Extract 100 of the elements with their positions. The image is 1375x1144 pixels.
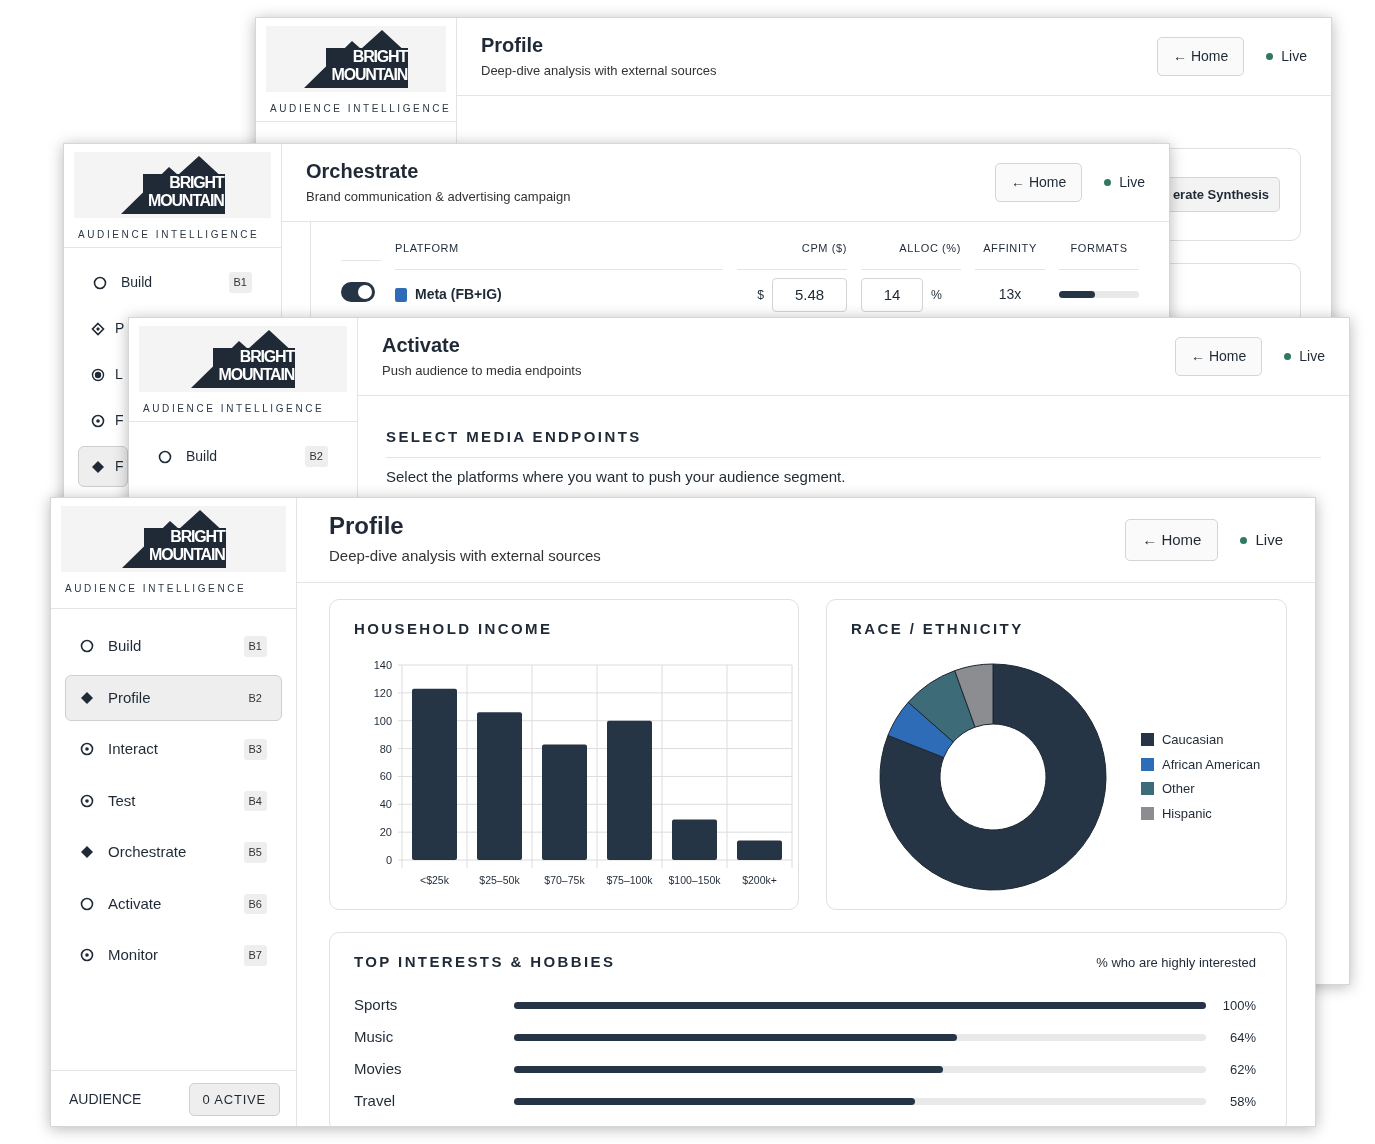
column-header: PLATFORM bbox=[395, 240, 723, 270]
target-icon bbox=[80, 793, 94, 808]
column-header: AFFINITY bbox=[975, 240, 1045, 270]
page-title: Orchestrate bbox=[306, 158, 420, 183]
column-header: ALLOC (%) bbox=[861, 240, 961, 270]
page-title: Profile bbox=[481, 32, 545, 57]
target-icon bbox=[80, 742, 94, 757]
nav-item[interactable]: Profile B2 bbox=[65, 674, 282, 721]
y-tick-label: 20 bbox=[379, 825, 392, 838]
interest-percent: 100% bbox=[1221, 996, 1256, 1015]
page-subtitle: Deep-dive analysis with external sources bbox=[481, 61, 717, 80]
nav-item[interactable]: F bbox=[78, 400, 128, 441]
status-dot-icon bbox=[1104, 179, 1112, 186]
status-dot-icon bbox=[1284, 353, 1292, 360]
diamond-icon bbox=[80, 690, 94, 705]
nav-item[interactable]: Activate B6 bbox=[65, 880, 282, 927]
affinity-value: 13x bbox=[997, 285, 1023, 305]
legend-label: Hispanic bbox=[1162, 804, 1212, 823]
home-button[interactable]: ← Home bbox=[995, 163, 1083, 202]
column-header: CPM ($) bbox=[737, 240, 847, 270]
diamond-icon bbox=[91, 321, 105, 336]
step-badge: B1 bbox=[228, 272, 252, 293]
home-button[interactable]: ← Home bbox=[1125, 518, 1219, 562]
y-tick-label: 140 bbox=[373, 658, 392, 671]
step-badge: B7 bbox=[243, 945, 267, 966]
radio-icon bbox=[91, 367, 105, 382]
interest-label: Sports bbox=[354, 995, 399, 1016]
status-text: Live bbox=[1255, 529, 1283, 550]
x-tick-label: $70–75k bbox=[544, 873, 585, 886]
status-text: Live bbox=[1299, 347, 1325, 366]
legend-label: Other bbox=[1162, 780, 1195, 798]
nav-item[interactable]: P bbox=[78, 308, 128, 349]
page-subtitle: Brand communication & advertising campaign bbox=[306, 187, 571, 206]
legend-label: African American bbox=[1162, 755, 1261, 774]
x-tick-label: <$25k bbox=[420, 873, 449, 886]
page-subtitle: Push audience to media endpoints bbox=[382, 361, 582, 380]
circle-icon bbox=[80, 896, 94, 911]
card-title: RACE / ETHNICITY bbox=[851, 619, 1025, 639]
x-tick-label: $200k+ bbox=[742, 873, 777, 886]
step-badge: B5 bbox=[243, 842, 267, 863]
platform-name: Meta (FB+IG) bbox=[415, 285, 502, 305]
platform-icon bbox=[395, 287, 407, 302]
card-title: HOUSEHOLD INCOME bbox=[354, 619, 554, 639]
step-badge: B6 bbox=[243, 893, 267, 914]
status-text: Live bbox=[1281, 47, 1307, 66]
target-icon bbox=[80, 948, 94, 963]
interest-label: Movies bbox=[354, 1059, 403, 1080]
y-tick-label: 80 bbox=[379, 742, 392, 755]
x-tick-label: $100–150k bbox=[668, 873, 721, 886]
status-text: Live bbox=[1119, 173, 1145, 192]
circle-icon bbox=[80, 639, 94, 654]
nav-item[interactable]: L bbox=[78, 354, 128, 395]
cpm-field[interactable]: 5.48 bbox=[772, 277, 847, 312]
page-subtitle: Deep-dive analysis with external sources bbox=[329, 546, 601, 567]
interest-percent: 58% bbox=[1228, 1092, 1256, 1111]
status-dot-icon bbox=[1240, 536, 1248, 544]
nav-item[interactable]: Build B2 bbox=[143, 436, 343, 477]
y-tick-label: 100 bbox=[373, 714, 392, 727]
y-tick-label: 120 bbox=[373, 686, 392, 699]
column-header: FORMATS bbox=[1059, 240, 1139, 270]
step-badge: B2 bbox=[304, 446, 328, 467]
interest-label: Music bbox=[354, 1027, 395, 1048]
active-count-button[interactable]: 0 ACTIVE bbox=[188, 1082, 280, 1116]
home-button[interactable]: ← Home bbox=[1175, 337, 1263, 376]
nav-item[interactable]: Monitor B7 bbox=[65, 932, 282, 979]
y-tick-label: 40 bbox=[379, 797, 392, 810]
nav-item[interactable]: Orchestrate B5 bbox=[65, 829, 282, 876]
diamond-icon bbox=[80, 845, 94, 860]
y-tick-label: 60 bbox=[379, 769, 392, 782]
legend-label: Caucasian bbox=[1162, 731, 1224, 749]
nav-item[interactable]: F bbox=[78, 446, 128, 487]
synthesis-button[interactable]: erate Synthesis bbox=[1169, 176, 1280, 213]
nav-item[interactable]: Test B4 bbox=[65, 777, 282, 824]
logo-tagline: AUDIENCE INTELLIGENCE bbox=[64, 582, 248, 596]
toggle-switch[interactable] bbox=[341, 282, 375, 303]
target-icon bbox=[91, 413, 105, 428]
interest-percent: 64% bbox=[1228, 1028, 1256, 1047]
step-badge: B4 bbox=[243, 790, 267, 811]
x-tick-label: $25–50k bbox=[479, 873, 520, 886]
card-note: % who are highly interested bbox=[1096, 953, 1256, 972]
step-badge: B3 bbox=[243, 739, 267, 760]
page-title: Profile bbox=[329, 512, 405, 542]
circle-icon bbox=[93, 275, 107, 290]
bar bbox=[737, 840, 782, 860]
interest-percent: 62% bbox=[1228, 1060, 1256, 1079]
allocation-field[interactable]: 14 bbox=[861, 277, 923, 312]
card-title: TOP INTERESTS & HOBBIES bbox=[354, 952, 616, 972]
bar bbox=[672, 819, 717, 860]
section-description: Select the platforms where you want to push your audience segment. bbox=[386, 466, 847, 487]
x-tick-label: $75–100k bbox=[606, 873, 653, 886]
status-dot-icon bbox=[1266, 53, 1274, 60]
nav-item[interactable]: Build B1 bbox=[78, 262, 267, 303]
diamond-icon bbox=[91, 459, 105, 474]
nav-item[interactable]: Build B1 bbox=[65, 623, 282, 670]
logo-tagline: AUDIENCE INTELLIGENCE bbox=[77, 228, 261, 242]
home-button[interactable]: ← Home bbox=[1157, 37, 1245, 76]
audience-label: AUDIENCE bbox=[69, 1089, 142, 1109]
page-title: Activate bbox=[382, 332, 461, 357]
step-badge: B1 bbox=[243, 636, 267, 657]
nav-item[interactable]: Interact B3 bbox=[65, 726, 282, 773]
